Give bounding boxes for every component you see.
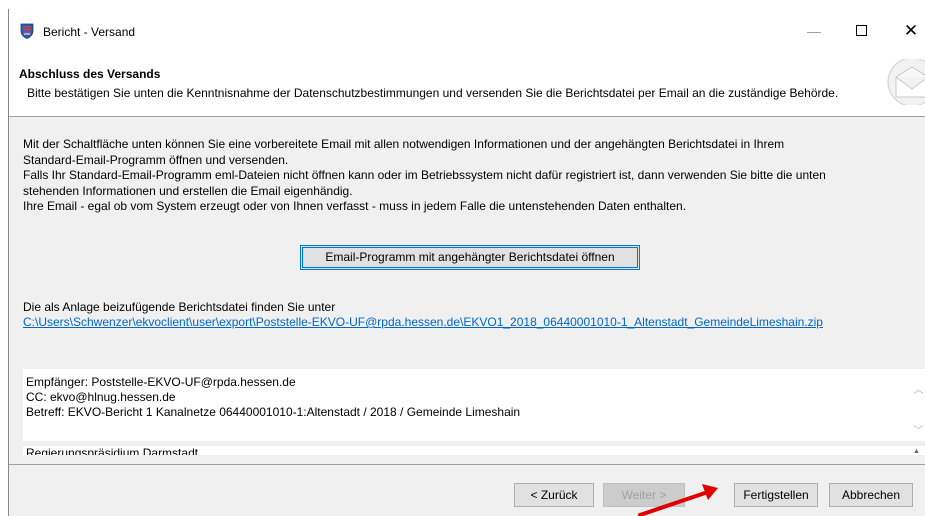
recipient-line: Empfänger: Poststelle-EKVO-UF@rpda.hesse… [26,375,296,389]
scroll-down-arrow-icon[interactable]: ﹀ [911,422,925,437]
instruction-line: Standard-Email-Programm öffnen und verse… [23,152,289,167]
wizard-footer: < Zurück Weiter > Fertigstellen Abbreche… [9,464,925,516]
subject-line: Betreff: EKVO-Bericht 1 Kanalnetze 06440… [26,405,521,419]
open-email-program-button[interactable]: Email-Programm mit angehängter Berichtsd… [300,245,640,270]
title-bar: Bericht - Versand — ✕ [9,9,925,51]
instructions-text: Mit der Schaltfläche unten können Sie ei… [23,137,925,215]
window-title: Bericht - Versand [43,25,136,39]
cc-line: CC: ekvo@hlnug.hessen.de [26,390,176,404]
envelope-icon [887,59,925,105]
instruction-line: Ihre Email - egal ob vom System erzeugt … [23,199,687,213]
page-description: Bitte bestätigen Sie unten die Kenntnisn… [27,86,839,100]
address-partial-text: Regierungspräsidium Darmstadt [26,446,199,455]
attachment-label: Die als Anlage beizufügende Berichtsdate… [23,300,336,314]
page-title: Abschluss des Versands [19,67,161,81]
wizard-window: Bericht - Versand — ✕ Abschluss des Vers… [8,9,925,516]
instruction-line: Mit der Schaltfläche unten können Sie ei… [23,137,785,151]
finish-button[interactable]: Fertigstellen [734,483,818,507]
scroll-up-arrow-icon[interactable]: ▲ [913,448,920,455]
instruction-line: Falls Ihr Standard-Email-Programm eml-Da… [23,168,826,182]
scroll-up-arrow-icon[interactable]: ︿ [911,381,925,396]
minimize-button[interactable]: — [804,21,824,41]
attachment-path-link[interactable]: C:\Users\Schwenzer\ekvoclient\user\expor… [23,315,823,329]
background-window-strip [0,0,925,9]
wizard-header: Abschluss des Versands Bitte bestätigen … [9,51,925,117]
cancel-button[interactable]: Abbrechen [829,483,913,507]
address-textbox[interactable]: Regierungspräsidium Darmstadt ▲ [23,446,925,455]
coat-of-arms-icon [20,23,34,39]
email-info-text: Empfänger: Poststelle-EKVO-UF@rpda.hesse… [26,375,520,420]
instruction-line: stehenden Informationen und erstellen di… [23,183,353,198]
maximize-button[interactable] [851,21,871,41]
close-button[interactable]: ✕ [901,21,921,41]
email-info-textbox[interactable]: Empfänger: Poststelle-EKVO-UF@rpda.hesse… [23,369,925,441]
red-arrow-annotation-icon [638,484,718,516]
